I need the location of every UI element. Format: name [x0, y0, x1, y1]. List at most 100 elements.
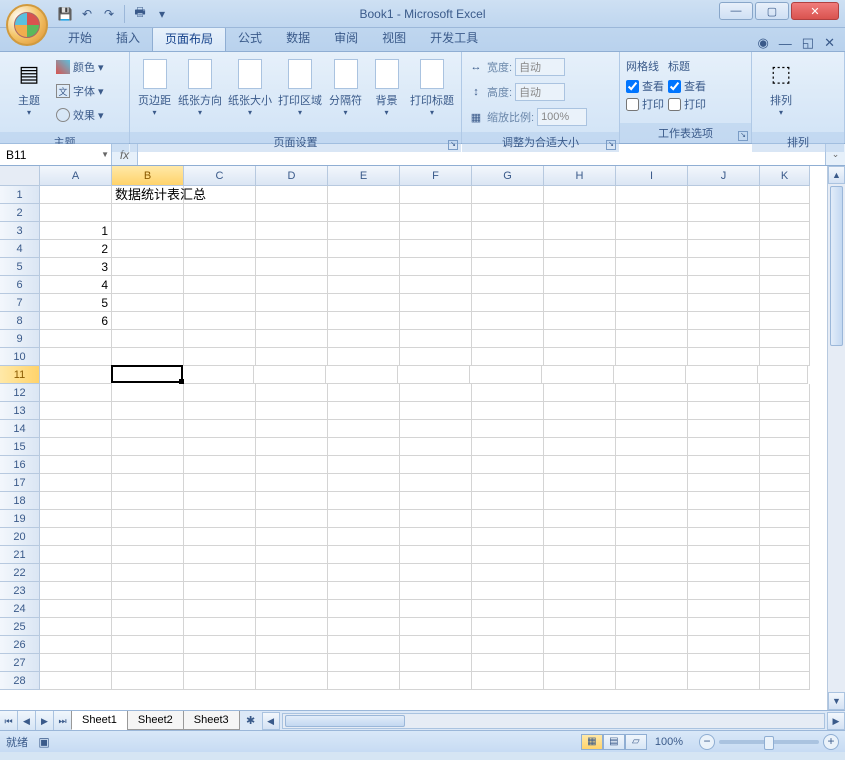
cell-I22[interactable] — [616, 564, 688, 582]
cell-H9[interactable] — [544, 330, 616, 348]
col-header-F[interactable]: F — [400, 166, 472, 186]
cell-J12[interactable] — [688, 384, 760, 402]
cell-G16[interactable] — [472, 456, 544, 474]
cell-I28[interactable] — [616, 672, 688, 690]
cell-D11[interactable] — [254, 366, 326, 384]
cell-A8[interactable]: 6 — [40, 312, 112, 330]
office-button[interactable] — [6, 4, 48, 46]
cell-B26[interactable] — [112, 636, 184, 654]
cell-J15[interactable] — [688, 438, 760, 456]
cell-J8[interactable] — [688, 312, 760, 330]
cell-E16[interactable] — [328, 456, 400, 474]
cell-J10[interactable] — [688, 348, 760, 366]
close-button[interactable]: ✕ — [791, 2, 839, 20]
hscroll-thumb[interactable] — [285, 715, 405, 727]
cell-G20[interactable] — [472, 528, 544, 546]
cell-C28[interactable] — [184, 672, 256, 690]
row-header-27[interactable]: 27 — [0, 654, 40, 672]
cell-E18[interactable] — [328, 492, 400, 510]
cell-F25[interactable] — [400, 618, 472, 636]
cell-D16[interactable] — [256, 456, 328, 474]
zoom-percent[interactable]: 100% — [655, 736, 683, 748]
cell-H18[interactable] — [544, 492, 616, 510]
cell-E28[interactable] — [328, 672, 400, 690]
cell-A6[interactable]: 4 — [40, 276, 112, 294]
cell-G10[interactable] — [472, 348, 544, 366]
cell-H26[interactable] — [544, 636, 616, 654]
cell-E7[interactable] — [328, 294, 400, 312]
cell-I8[interactable] — [616, 312, 688, 330]
zoom-in-button[interactable]: + — [823, 734, 839, 750]
cell-G3[interactable] — [472, 222, 544, 240]
cell-C9[interactable] — [184, 330, 256, 348]
cell-H8[interactable] — [544, 312, 616, 330]
row-header-24[interactable]: 24 — [0, 600, 40, 618]
cell-A26[interactable] — [40, 636, 112, 654]
row-header-19[interactable]: 19 — [0, 510, 40, 528]
qat-customize-icon[interactable]: ▾ — [153, 5, 171, 23]
cell-D13[interactable] — [256, 402, 328, 420]
cell-G27[interactable] — [472, 654, 544, 672]
cell-F19[interactable] — [400, 510, 472, 528]
cell-E17[interactable] — [328, 474, 400, 492]
cell-F4[interactable] — [400, 240, 472, 258]
cell-H15[interactable] — [544, 438, 616, 456]
cell-D28[interactable] — [256, 672, 328, 690]
cell-C20[interactable] — [184, 528, 256, 546]
col-header-H[interactable]: H — [544, 166, 616, 186]
col-header-E[interactable]: E — [328, 166, 400, 186]
col-header-A[interactable]: A — [40, 166, 112, 186]
cell-I9[interactable] — [616, 330, 688, 348]
cell-A12[interactable] — [40, 384, 112, 402]
pagebreak-view-button[interactable]: ▱ — [625, 734, 647, 750]
cell-G1[interactable] — [472, 186, 544, 204]
cell-A18[interactable] — [40, 492, 112, 510]
cell-J23[interactable] — [688, 582, 760, 600]
cell-H12[interactable] — [544, 384, 616, 402]
cell-G22[interactable] — [472, 564, 544, 582]
cell-J22[interactable] — [688, 564, 760, 582]
cell-D15[interactable] — [256, 438, 328, 456]
cell-A24[interactable] — [40, 600, 112, 618]
cell-D12[interactable] — [256, 384, 328, 402]
row-header-21[interactable]: 21 — [0, 546, 40, 564]
cell-K8[interactable] — [760, 312, 810, 330]
row-header-12[interactable]: 12 — [0, 384, 40, 402]
row-header-15[interactable]: 15 — [0, 438, 40, 456]
headings-view-check[interactable]: 查看 — [668, 78, 706, 94]
cell-F14[interactable] — [400, 420, 472, 438]
cell-F26[interactable] — [400, 636, 472, 654]
cell-B1[interactable]: 数据统计表汇总 — [112, 186, 184, 204]
cell-D27[interactable] — [256, 654, 328, 672]
namebox-dropdown-icon[interactable]: ▼ — [101, 150, 109, 159]
cell-I13[interactable] — [616, 402, 688, 420]
arrange-button[interactable]: ⬚ 排列 ▾ — [758, 56, 804, 128]
cell-D14[interactable] — [256, 420, 328, 438]
row-header-11[interactable]: 11 — [0, 366, 40, 384]
cell-I1[interactable] — [616, 186, 688, 204]
cell-H28[interactable] — [544, 672, 616, 690]
cell-G23[interactable] — [472, 582, 544, 600]
hscroll-track[interactable] — [282, 713, 825, 729]
headings-print-check[interactable]: 打印 — [668, 96, 706, 112]
cell-F15[interactable] — [400, 438, 472, 456]
minimize-button[interactable]: — — [719, 2, 753, 20]
cell-H16[interactable] — [544, 456, 616, 474]
save-icon[interactable]: 💾 — [56, 5, 74, 23]
cell-K23[interactable] — [760, 582, 810, 600]
cell-J24[interactable] — [688, 600, 760, 618]
row-header-13[interactable]: 13 — [0, 402, 40, 420]
cell-G26[interactable] — [472, 636, 544, 654]
cell-B8[interactable] — [112, 312, 184, 330]
cell-J21[interactable] — [688, 546, 760, 564]
maximize-button[interactable]: ▢ — [755, 2, 789, 20]
cell-K3[interactable] — [760, 222, 810, 240]
new-sheet-button[interactable]: ✱ — [240, 711, 262, 730]
cell-D3[interactable] — [256, 222, 328, 240]
cell-I27[interactable] — [616, 654, 688, 672]
row-header-9[interactable]: 9 — [0, 330, 40, 348]
scale-width-input[interactable] — [515, 58, 565, 76]
cell-F23[interactable] — [400, 582, 472, 600]
zoom-out-button[interactable]: − — [699, 734, 715, 750]
cell-D20[interactable] — [256, 528, 328, 546]
